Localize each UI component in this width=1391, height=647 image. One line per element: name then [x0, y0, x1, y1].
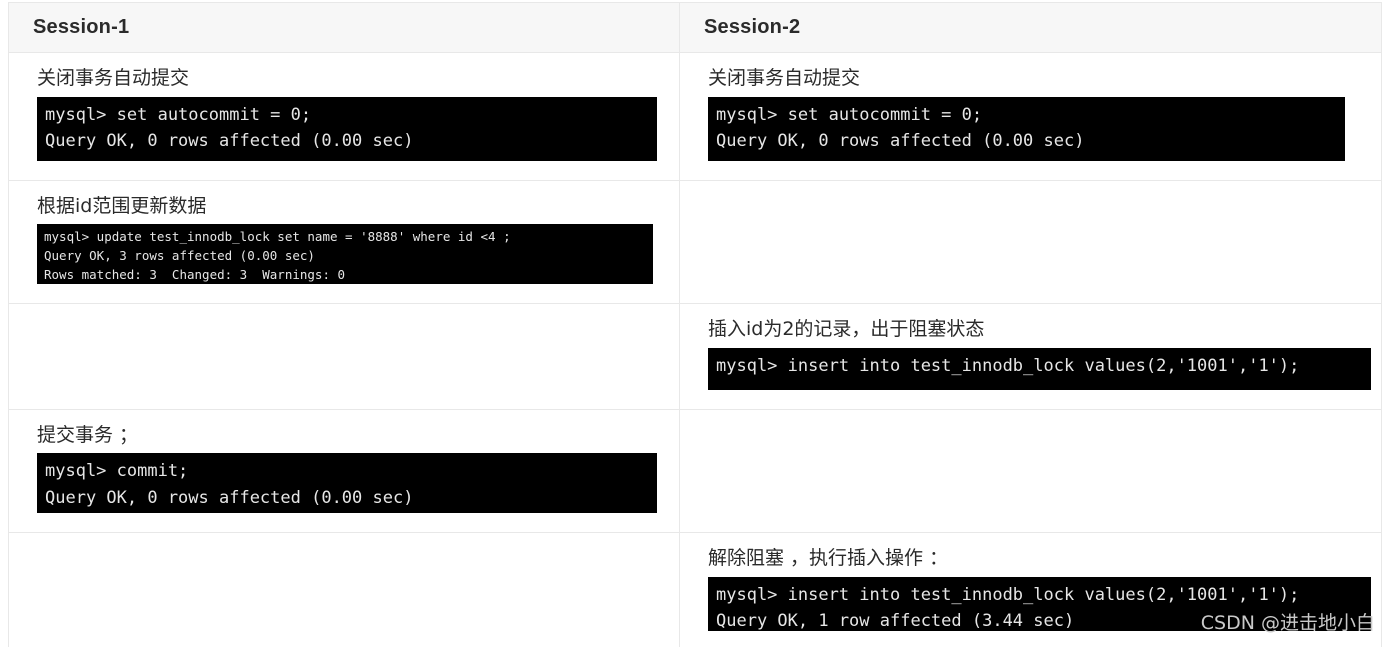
- table-row: 插入id为2的记录，出于阻塞状态 mysql> insert into test…: [8, 303, 1382, 410]
- caption-text: 提交事务 ；: [37, 423, 139, 446]
- cell-session2-row5: 解除阻塞 ，执行插入操作 ： mysql> insert into test_i…: [679, 532, 1382, 647]
- cell-session1-row5-empty: [8, 532, 680, 647]
- cell-session1-row1: 关闭事务自动提交 mysql> set autocommit = 0; Quer…: [8, 52, 680, 181]
- table-body: 关闭事务自动提交 mysql> set autocommit = 0; Quer…: [8, 52, 1382, 647]
- caption-text: 插入id为2的记录，出于阻塞状态: [708, 318, 985, 341]
- cell-session1-row4: 提交事务 ； mysql> commit; Query OK, 0 rows a…: [8, 408, 680, 534]
- cell-session2-row4-empty: [679, 408, 1382, 534]
- terminal-block: mysql> commit; Query OK, 0 rows affected…: [37, 453, 657, 514]
- terminal-block: mysql> update test_innodb_lock set name …: [37, 224, 653, 285]
- caption-text: 关闭事务自动提交: [37, 67, 190, 89]
- table-row: 提交事务 ； mysql> commit; Query OK, 0 rows a…: [8, 408, 1382, 534]
- terminal-block: mysql> insert into test_innodb_lock valu…: [708, 576, 1371, 631]
- table-header-row: Session-1 Session-2: [8, 2, 1382, 53]
- table-row: 根据id范围更新数据 mysql> update test_innodb_loc…: [8, 179, 1382, 305]
- terminal-block: mysql> set autocommit = 0; Query OK, 0 r…: [708, 96, 1345, 161]
- caption-text: 解除阻塞 ，执行插入操作 ：: [708, 547, 949, 570]
- cell-session1-row2: 根据id范围更新数据 mysql> update test_innodb_loc…: [8, 179, 680, 305]
- column-header-session-2: Session-2: [679, 2, 1382, 53]
- caption-text: 关闭事务自动提交: [708, 67, 861, 89]
- column-header-session-1: Session-1: [8, 2, 680, 53]
- terminal-block: mysql> set autocommit = 0; Query OK, 0 r…: [37, 96, 657, 161]
- table-header: Session-1 Session-2: [8, 2, 1382, 53]
- screenshot-page: Session-1 Session-2 关闭事务自动提交 mysql> set …: [0, 0, 1391, 647]
- session-comparison-table: Session-1 Session-2 关闭事务自动提交 mysql> set …: [8, 2, 1382, 647]
- table-row: 关闭事务自动提交 mysql> set autocommit = 0; Quer…: [8, 52, 1382, 181]
- terminal-block: mysql> insert into test_innodb_lock valu…: [708, 347, 1371, 390]
- table-row: 解除阻塞 ，执行插入操作 ： mysql> insert into test_i…: [8, 532, 1382, 647]
- cell-session2-row1: 关闭事务自动提交 mysql> set autocommit = 0; Quer…: [679, 52, 1382, 181]
- cell-session1-row3-empty: [8, 303, 680, 410]
- caption-text: 根据id范围更新数据: [37, 194, 207, 217]
- cell-session2-row3: 插入id为2的记录，出于阻塞状态 mysql> insert into test…: [679, 303, 1382, 410]
- cell-session2-row2-empty: [679, 179, 1382, 305]
